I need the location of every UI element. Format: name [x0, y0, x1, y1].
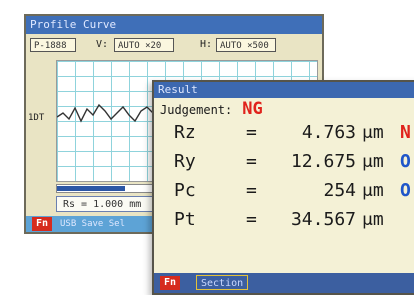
param-name: Pt: [174, 209, 196, 230]
param-value: 4.763: [301, 122, 356, 143]
judgement: Judgement: NG: [160, 99, 263, 119]
equals-sign: =: [246, 151, 257, 172]
equals-sign: =: [246, 122, 257, 143]
param-status: O: [400, 180, 411, 201]
profile-toolbar: P-1888 V: AUTO ×20 H: AUTO ×500: [26, 34, 322, 58]
param-name: Rz: [174, 122, 196, 143]
param-name: Ry: [174, 151, 196, 172]
judgement-value: NG: [242, 99, 263, 119]
param-value: 254: [323, 180, 356, 201]
fn-key[interactable]: Fn: [160, 276, 181, 290]
param-unit: μm: [362, 151, 384, 172]
h-scale-label: H:: [200, 39, 213, 50]
judgement-label: Judgement:: [160, 103, 233, 117]
param-name: Pc: [174, 180, 196, 201]
result-row-pc: Pc = 254 μm O: [154, 180, 414, 206]
param-unit: μm: [362, 209, 384, 230]
param-value: 12.675: [290, 151, 356, 172]
scrollbar-thumb[interactable]: [57, 186, 125, 191]
v-scale-label: V:: [96, 39, 109, 50]
fn-key[interactable]: Fn: [32, 217, 53, 231]
filter-select[interactable]: P-1888: [30, 38, 76, 52]
param-unit: μm: [362, 180, 384, 201]
window-title: Profile Curve: [26, 16, 322, 34]
result-row-ry: Ry = 12.675 μm O: [154, 151, 414, 177]
usb-save-button[interactable]: USB Save Sel: [60, 217, 125, 231]
result-window: Result Judgement: NG Rz = 4.763 μm N Ry =…: [152, 80, 414, 295]
h-scale-select[interactable]: AUTO ×500: [216, 38, 276, 52]
section-button[interactable]: Section: [196, 275, 249, 290]
window-title: Result: [154, 82, 414, 98]
param-status: N: [400, 122, 411, 143]
param-unit: μm: [362, 122, 384, 143]
rs-readout: Rs = 1.000 mm: [56, 196, 166, 212]
result-row-pt: Pt = 34.567 μm: [154, 209, 414, 235]
equals-sign: =: [246, 209, 257, 230]
function-bar: Fn Section: [154, 273, 414, 293]
v-scale-select[interactable]: AUTO ×20: [114, 38, 174, 52]
param-value: 34.567: [290, 209, 356, 230]
result-row-rz: Rz = 4.763 μm N: [154, 122, 414, 148]
y-axis-tick: 1DT: [28, 113, 45, 123]
equals-sign: =: [246, 180, 257, 201]
param-status: O: [400, 151, 411, 172]
